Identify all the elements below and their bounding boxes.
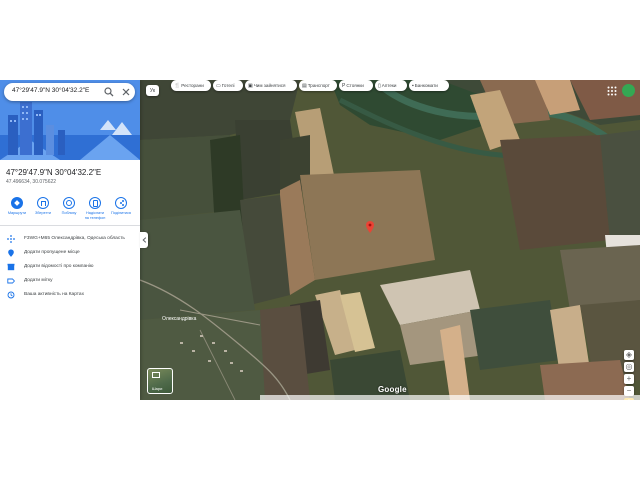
chevron-left-icon [141,237,146,243]
place-title: 47°29'47.9"N 30°04'32.2"E [6,168,102,177]
chip-parking[interactable]: P Стоянки [339,80,373,91]
pharmacy-icon: ▯ [378,82,381,89]
chip-atms[interactable]: ▪ Банкомати [409,80,449,91]
send-to-phone-button[interactable]: Надіслати на телефон [82,194,108,220]
nearby-button[interactable]: Поблизу [56,194,82,216]
zoom-in-button[interactable]: + [624,374,634,384]
chip-hotels[interactable]: ▭ Готелі [213,80,243,91]
search-box[interactable]: 47°29'47.9"N 30°04'32.2"E [4,83,135,101]
close-icon[interactable] [120,86,132,98]
side-panel: 47°29'47.9"N 30°04'32.2"E 47°29'47.9"N 3… [0,80,140,400]
share-icon [115,197,127,209]
atm-icon: ▪ [412,82,414,89]
hotel-icon: ▭ [216,82,221,89]
chip-restaurants[interactable]: 🍴 Ресторани [171,80,211,91]
location-pin-icon[interactable] [366,221,374,233]
chip-things-to-do[interactable]: ▣ Чим зайнятися [245,80,297,91]
search-input[interactable]: 47°29'47.9"N 30°04'32.2"E [12,87,89,94]
label-icon [7,278,15,284]
search-icon[interactable] [103,86,115,98]
panel-divider [0,225,140,226]
send-to-phone-icon [89,197,101,209]
account-avatar[interactable] [622,84,635,97]
parking-icon: P [342,82,346,89]
layers-button[interactable]: Шари [147,368,173,394]
directions-button[interactable]: Маршрути [4,194,30,216]
collapse-panel-button[interactable] [140,232,148,248]
save-button[interactable]: Зберегти [30,194,56,216]
satellite-imagery: Олександрівка [139,80,640,400]
add-missing-place-row[interactable]: Додати пропущене місце [0,247,140,259]
add-place-icon [8,249,14,257]
add-business-row[interactable]: Додати відомості про компанію [0,261,140,273]
add-label-row[interactable]: Додати мітку [0,275,140,287]
google-logo: Google [378,385,407,394]
chip-pharmacies[interactable]: ▯ Аптеки [375,80,407,91]
map-controls: ◈ ◎ + − ♙ [622,350,636,400]
restaurant-icon: 🍴 [174,82,181,89]
map-footer-bar [260,395,640,400]
plus-code-icon [7,235,15,243]
language-icon: Ук [149,87,156,94]
compass-icon[interactable]: ◈ [624,350,634,360]
chip-transit[interactable]: ▤ Транспорт [299,80,337,91]
apps-grid-icon[interactable] [607,86,617,96]
transit-icon: ▤ [302,82,307,89]
place-decimal-coords: 47.496634, 30.075622 [6,179,57,185]
layers-icon [152,372,160,378]
nearby-icon [63,197,75,209]
village-label: Олександрівка [162,316,197,322]
bookmark-icon [37,197,49,209]
plus-code-row[interactable]: F3WG+M65 Олександрівка, Одеська область [0,233,140,245]
directions-icon [11,197,23,209]
satellite-map[interactable]: Олександрівка [139,80,640,400]
language-toggle[interactable]: Ук [146,85,159,96]
maps-window: Олександрівка Ук 🍴 Ресторани ▭ Готелі ▣ Чим… [0,80,640,400]
add-business-icon [7,263,15,271]
history-icon [7,291,15,299]
my-location-button[interactable]: ◎ [624,362,634,372]
maps-activity-row[interactable]: Ваша активність на Картах [0,289,140,301]
attractions-icon: ▣ [248,82,253,89]
action-buttons: Маршрути Зберегти Поблизу Надіслати на т… [0,194,140,224]
share-button[interactable]: Поділитися [108,194,134,216]
